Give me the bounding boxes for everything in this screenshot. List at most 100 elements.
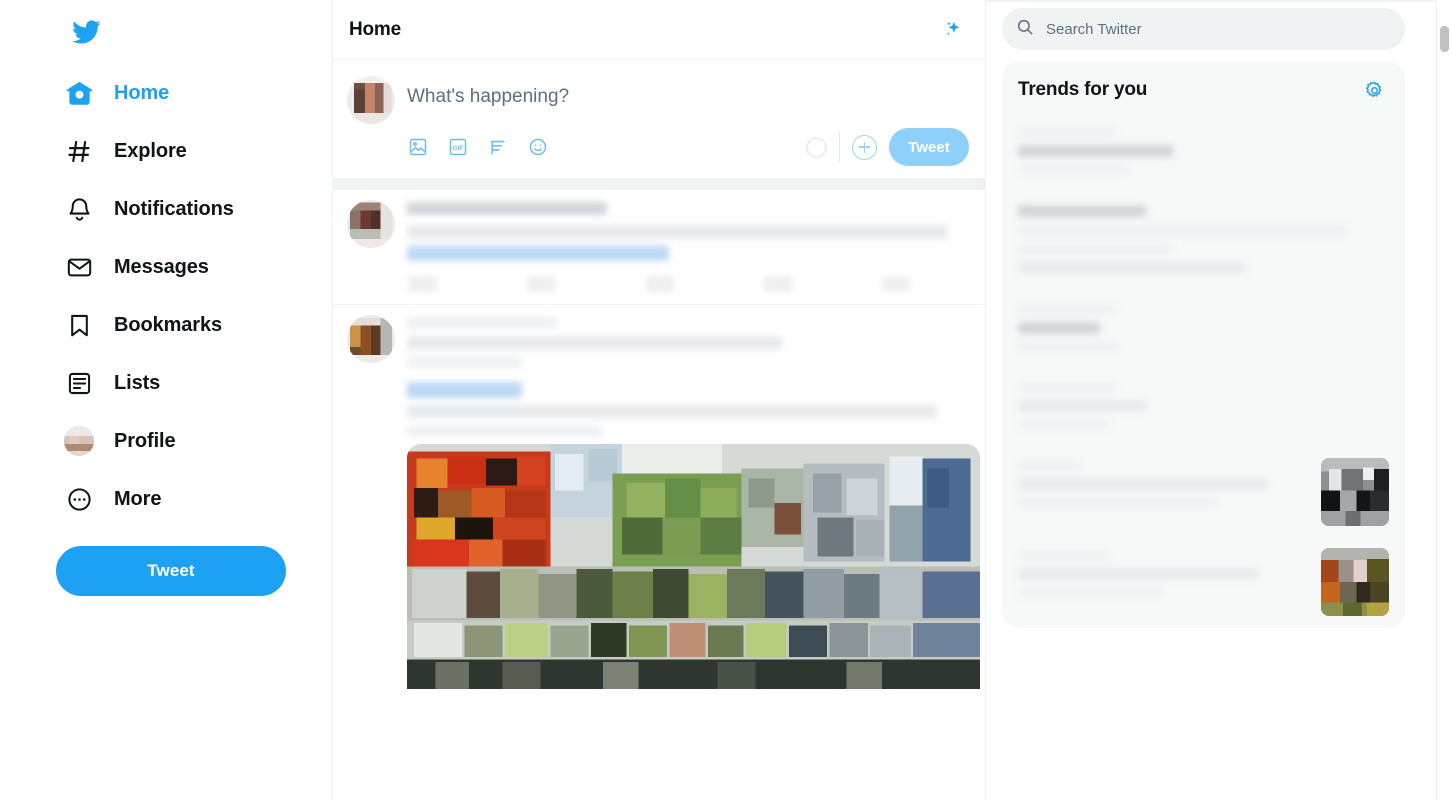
trend-name-redacted [1018,322,1100,334]
tweet-content [407,315,980,689]
sidebar-item-bookmarks[interactable]: Bookmarks [56,296,332,354]
trend-thumbnail [1321,458,1389,526]
tweet-author-redacted [407,202,607,215]
add-tweet-icon[interactable] [852,134,877,160]
trend-text [1018,125,1389,181]
tweet-text-redacted [407,425,602,437]
trend-name-redacted [1018,145,1173,157]
tweet-image-attachment[interactable] [407,444,980,689]
trend-text [1018,380,1389,436]
trends-header: Trends for you [1002,62,1405,115]
trend-category-redacted [1018,304,1116,315]
list-item[interactable] [1002,448,1405,538]
tweet-author-redacted [407,336,782,350]
sidebar-item-notifications[interactable]: Notifications [56,180,332,238]
emoji-icon[interactable] [521,130,555,164]
sparkle-icon[interactable] [936,13,970,47]
trend-count-redacted [1018,497,1218,508]
trends-title: Trends for you [1018,79,1148,100]
trend-count-redacted [1018,164,1128,174]
trend-category-redacted [1018,382,1116,393]
tweet-submit-button[interactable]: Tweet [889,128,969,166]
sidebar-item-lists[interactable]: Lists [56,354,332,412]
logo-row [56,4,332,60]
trend-name-redacted [1018,400,1146,412]
compose-tweet-button[interactable]: Tweet [56,546,286,596]
search-bar[interactable] [1002,8,1405,50]
more-ellipsis-icon [64,484,94,514]
poll-icon[interactable] [481,130,515,164]
twitter-bird-logo[interactable] [62,8,110,56]
sidebar-item-messages[interactable]: Messages [56,238,332,296]
sidebar-item-label: More [114,487,162,510]
sidebar-item-label: Messages [114,255,209,278]
sidebar-item-label: Home [114,81,170,104]
tweet-text-input[interactable]: What's happening? [407,70,969,128]
sidebar-item-label: Explore [114,139,187,162]
trend-extra-redacted [1018,262,1246,273]
trend-category-redacted [1018,550,1110,561]
home-icon [64,78,94,108]
gif-icon[interactable]: GIF [441,130,475,164]
tweet-content [407,200,970,302]
sidebar-item-home[interactable]: Home [56,64,332,122]
sidebar-item-profile[interactable]: Profile [56,412,332,470]
compose-tweet-box: What's happening? GIF Tweet [333,60,985,178]
avatar[interactable] [347,200,395,248]
scrollbar-thumb[interactable] [1440,26,1449,52]
retweet-icon[interactable] [527,276,556,292]
timeline-header: Home [333,0,985,60]
avatar[interactable] [347,315,395,363]
search-icon [1016,18,1034,41]
image-icon[interactable] [401,130,435,164]
trend-name-redacted [1018,568,1258,580]
table-row[interactable] [333,190,985,305]
main-timeline-column: Home What's happening? GIF Tweet [332,0,986,800]
trend-name-redacted [1018,478,1268,490]
reply-icon[interactable] [409,276,437,292]
more-icon[interactable] [882,276,910,292]
list-item[interactable] [1002,370,1405,448]
avatar[interactable] [347,76,395,124]
hashtag-icon [64,136,94,166]
list-item[interactable] [1002,193,1405,292]
trends-panel: Trends for you [1002,62,1405,628]
tweet-link-redacted [407,246,669,261]
list-item[interactable] [1002,115,1405,193]
tweet-text-redacted [407,225,947,239]
list-item[interactable] [1002,292,1405,370]
compose-actions: Tweet [806,128,969,166]
trend-count-redacted [1018,587,1163,597]
trend-count-redacted [1018,244,1173,255]
list-icon [64,368,94,398]
left-sidebar: Home Explore Notifications Messages Book… [0,0,332,800]
sidebar-item-explore[interactable]: Explore [56,122,332,180]
share-icon[interactable] [763,276,792,292]
tweet-retweet-context-redacted [407,317,557,329]
compose-right-area: What's happening? GIF Tweet [407,66,969,174]
svg-text:GIF: GIF [452,145,463,152]
tweet-meta-redacted [407,357,522,368]
table-row[interactable] [333,305,985,691]
tweet-link-redacted [407,382,522,398]
trend-category-redacted [1018,460,1080,471]
trend-category-redacted [1018,127,1116,138]
profile-avatar-icon [64,426,94,456]
twitter-home-page: Home Explore Notifications Messages Book… [0,0,1451,800]
bell-icon [64,194,94,224]
right-sidebar: Trends for you [986,0,1429,800]
list-item[interactable] [1002,538,1405,628]
tweet-text-redacted [407,405,937,418]
like-icon[interactable] [645,276,674,292]
page-scrollbar[interactable] [1436,0,1451,800]
sidebar-item-label: Notifications [114,197,234,220]
trend-count-redacted [1018,341,1118,351]
sidebar-item-label: Lists [114,371,161,394]
trend-category-redacted [1018,205,1146,217]
sidebar-item-more[interactable]: More [56,470,332,528]
search-input[interactable] [1046,8,1391,50]
trend-count-redacted [1018,419,1110,429]
sidebar-item-label: Bookmarks [114,313,223,336]
envelope-icon [64,252,94,282]
gear-icon[interactable] [1359,75,1389,105]
